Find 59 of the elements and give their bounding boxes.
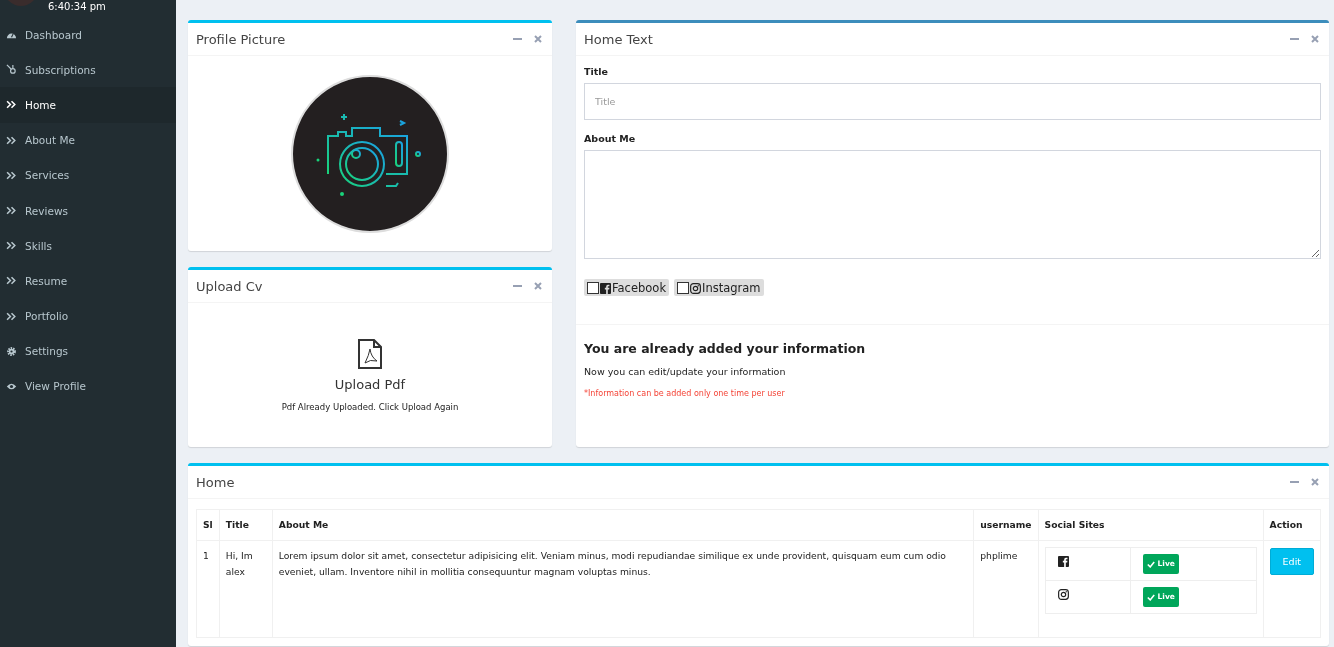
column-header: Title (219, 509, 273, 541)
sidebar-item[interactable]: Reviews (0, 192, 176, 229)
sidebar-item[interactable]: About Me (0, 122, 176, 158)
sidebar-item[interactable]: Subscriptions (0, 52, 176, 88)
check-icon (1146, 593, 1155, 601)
sidebar-item[interactable]: Settings (0, 333, 176, 369)
chevrons-icon (6, 310, 17, 322)
sidebar-item[interactable]: Home (0, 87, 176, 123)
column-header: About Me (272, 509, 974, 541)
table-cell: phplime (973, 540, 1039, 638)
table-cell: 1 (196, 540, 220, 638)
social-checkbox[interactable]: Instagram (674, 279, 764, 296)
table-cell: Lorem ipsum dolor sit amet, consectetur adipisicing elit. Veniam minus, modi repudiandae similique ex unde provident, quisquam eum cum odio eveniet, ullam. Inventore nihil in mollitia consequuntur magnam voluptas minus. (272, 540, 974, 638)
panel-title: Profile Picture (196, 31, 286, 47)
close-icon[interactable] (1311, 35, 1319, 43)
info-heading: You are already added your information (584, 341, 867, 356)
panel-title: Upload Cv (196, 278, 263, 294)
hub-icon (6, 64, 17, 76)
chevrons-icon (6, 99, 17, 111)
settings-icon (6, 345, 17, 357)
sidebar-item[interactable]: Services (0, 157, 176, 193)
about-me-textarea[interactable] (584, 150, 1321, 259)
instagram-icon (690, 282, 702, 294)
close-icon[interactable] (1311, 478, 1319, 486)
checkbox[interactable] (677, 282, 690, 294)
check-icon (1146, 560, 1155, 568)
column-header: Social Sites (1038, 509, 1264, 541)
chevrons-icon (6, 205, 17, 217)
chevrons-icon (6, 169, 17, 181)
checkbox[interactable] (587, 282, 599, 294)
sidebar-item[interactable]: View Profile (0, 368, 176, 405)
sidebar-item[interactable]: Skills (0, 228, 176, 264)
chevrons-icon (6, 240, 17, 252)
sidebar-item[interactable]: Dashboard (0, 17, 176, 53)
column-header: username (973, 509, 1039, 541)
instagram-icon (1057, 589, 1069, 600)
info-message: Now you can edit/update your information (584, 366, 787, 377)
column-header: Action (1263, 509, 1321, 541)
title-input[interactable]: Title (584, 83, 1321, 120)
upload-pdf-link[interactable]: Upload Pdf (334, 376, 406, 392)
warning-text: *Information can be added only one time per user (584, 389, 786, 398)
panel-title: Home (196, 474, 235, 490)
facebook-icon (1057, 556, 1069, 567)
pdf-file-icon (357, 338, 383, 369)
column-header: Sl (196, 509, 220, 541)
sidebar-item[interactable]: Resume (0, 263, 176, 299)
chevrons-icon (6, 134, 17, 146)
close-icon[interactable] (534, 35, 542, 43)
facebook-icon (600, 282, 611, 294)
sidebar-item[interactable]: Portfolio (0, 298, 176, 334)
clock-time: 6:40:34 pm (48, 1, 106, 13)
social-checkbox[interactable]: Facebook (584, 279, 670, 296)
upload-status-text: Pdf Already Uploaded. Click Upload Again (281, 401, 459, 412)
close-icon[interactable] (534, 282, 542, 290)
field-label: About Me (584, 133, 637, 144)
chevrons-icon (6, 275, 17, 287)
table-cell: Hi, Im alex (219, 540, 273, 638)
panel-title: Home Text (584, 31, 653, 47)
field-label: Title (584, 66, 609, 77)
